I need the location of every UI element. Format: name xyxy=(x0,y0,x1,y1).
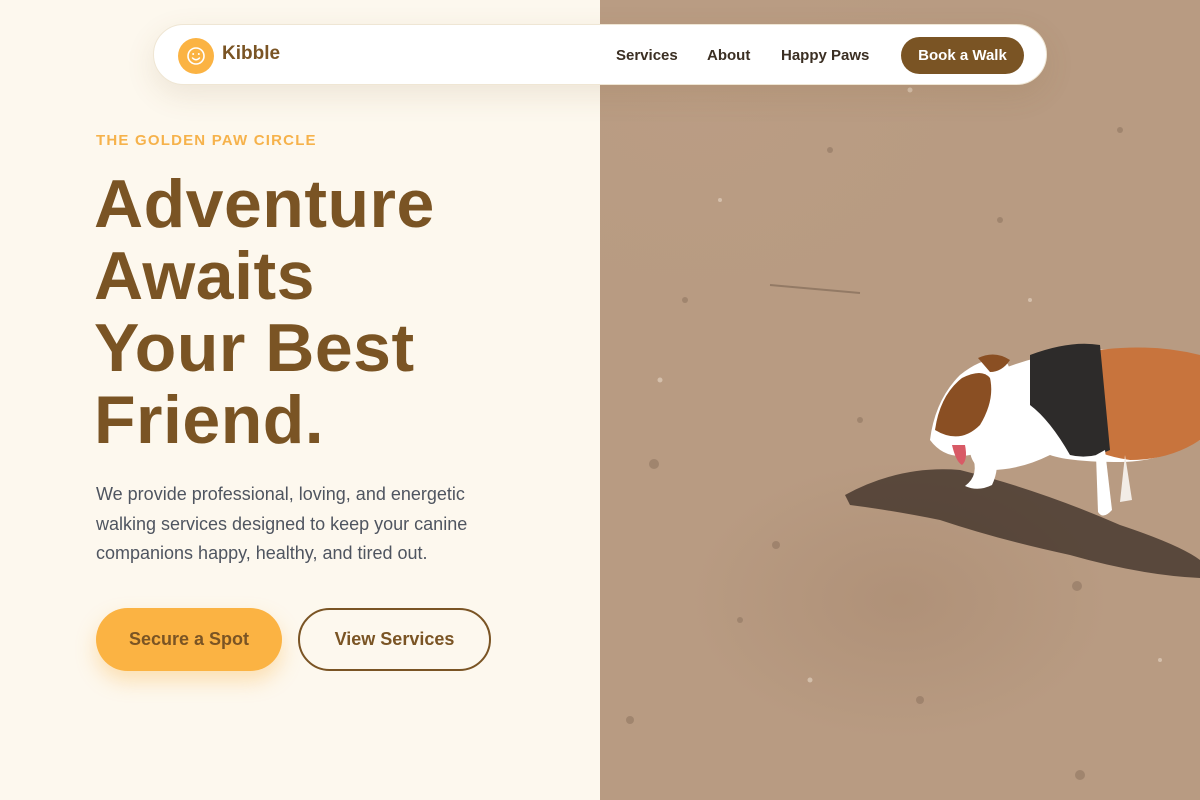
secure-a-spot-button[interactable]: Secure a Spot xyxy=(96,608,282,671)
headline-line-3: Your Best xyxy=(94,310,415,386)
top-navigation-bar: Kibble Services About Happy Paws Book a … xyxy=(153,24,1047,85)
nav-link-happy-paws[interactable]: Happy Paws xyxy=(781,47,869,64)
nav-link-about[interactable]: About xyxy=(707,47,750,64)
nav-link-services[interactable]: Services xyxy=(616,47,678,64)
book-a-walk-button[interactable]: Book a Walk xyxy=(901,37,1024,74)
view-services-button[interactable]: View Services xyxy=(298,608,491,671)
headline-line-1: Adventure xyxy=(94,166,435,242)
hero-headline: Adventure Awaits Your Best Friend. xyxy=(94,168,594,456)
smiley-face-icon[interactable] xyxy=(178,38,214,74)
brand-name[interactable]: Kibble xyxy=(222,43,280,65)
headline-line-4: Friend. xyxy=(94,382,325,458)
dog-walking-photo xyxy=(626,87,1200,780)
headline-line-2: Awaits xyxy=(94,238,315,314)
hero-eyebrow: THE GOLDEN PAW CIRCLE xyxy=(96,132,317,149)
hero-description: We provide professional, loving, and ene… xyxy=(96,484,468,563)
hero-photo xyxy=(600,0,1200,800)
